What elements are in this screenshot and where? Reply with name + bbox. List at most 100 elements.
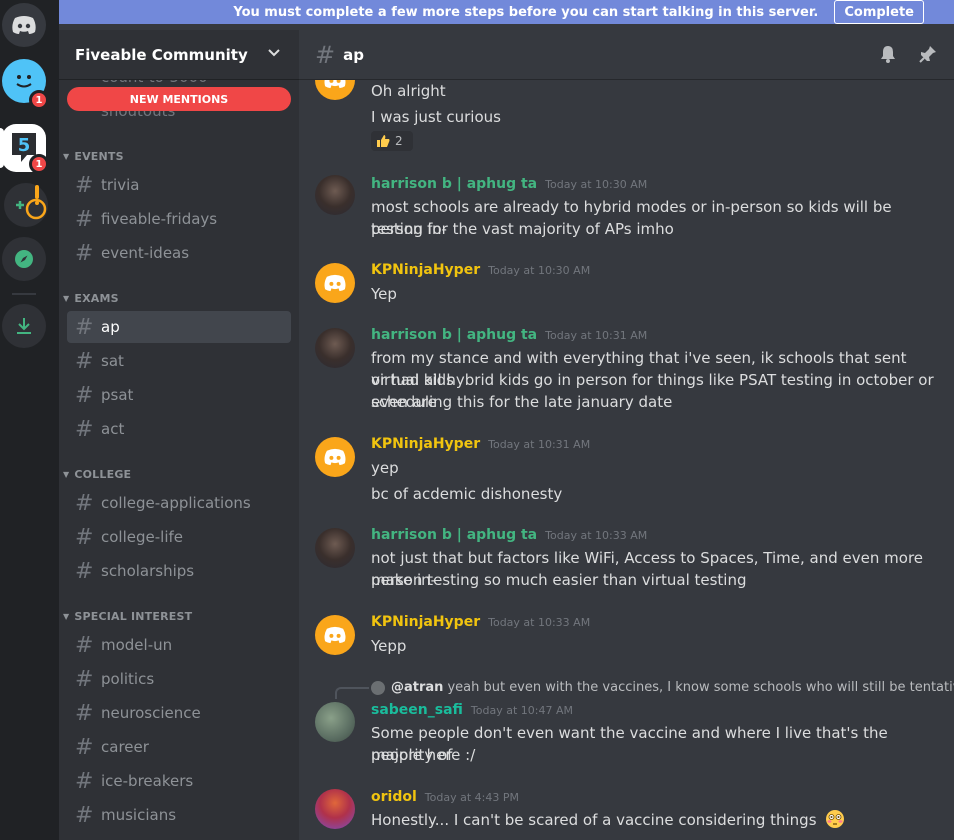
category-events[interactable]: ▼ EVENTS bbox=[63, 150, 124, 163]
channel-model-un[interactable]: # model-un bbox=[67, 629, 291, 661]
category-special-interest[interactable]: ▼ SPECIAL INTEREST bbox=[63, 610, 192, 623]
avatar[interactable] bbox=[315, 80, 355, 100]
message-line: I was just curious bbox=[371, 108, 501, 126]
channel-career[interactable]: # career bbox=[67, 731, 291, 763]
category-college[interactable]: ▼ COLLEGE bbox=[63, 468, 131, 481]
hash-icon: # bbox=[315, 40, 336, 69]
channel-label: ice-breakers bbox=[101, 772, 194, 790]
message-list: Oh alright I was just curious 2 harrison… bbox=[299, 80, 954, 840]
avatar[interactable] bbox=[315, 528, 355, 568]
message-line: Honestly... I can't be scared of a vacci… bbox=[371, 809, 941, 831]
avatar[interactable] bbox=[315, 263, 355, 303]
smiley-face-icon bbox=[16, 75, 32, 88]
channel-ice-breakers[interactable]: # ice-breakers bbox=[67, 765, 291, 797]
avatar[interactable] bbox=[315, 437, 355, 477]
channel-neuroscience[interactable]: # neuroscience bbox=[67, 697, 291, 729]
message-header: harrison b | aphug ta Today at 10:31 AM bbox=[371, 327, 647, 343]
thumbs-up-icon bbox=[377, 135, 390, 147]
channel-label: career bbox=[101, 738, 149, 756]
hash-icon: # bbox=[75, 490, 94, 516]
channel-act[interactable]: # act bbox=[67, 413, 291, 445]
pin-icon[interactable] bbox=[918, 44, 938, 64]
channel-ap[interactable]: # ap bbox=[67, 311, 291, 343]
channel-politics[interactable]: # politics bbox=[67, 663, 291, 695]
username[interactable]: harrison b | aphug ta bbox=[371, 527, 537, 543]
hash-icon: # bbox=[75, 734, 94, 760]
message-line: people here :/ bbox=[371, 746, 476, 764]
category-label: EXAMS bbox=[74, 292, 119, 305]
channel-label: college-life bbox=[101, 528, 183, 546]
avatar[interactable] bbox=[315, 615, 355, 655]
reply-author: @atran bbox=[391, 680, 444, 695]
message-header: oridol Today at 4:43 PM bbox=[371, 789, 519, 805]
reply-text: yeah but even with the vaccines, I know … bbox=[447, 680, 954, 695]
avatar[interactable] bbox=[315, 789, 355, 829]
message-line: person testing so much easier than virtu… bbox=[371, 571, 747, 589]
timestamp: Today at 10:31 AM bbox=[488, 438, 591, 451]
username[interactable]: KPNinjaHyper bbox=[371, 614, 480, 630]
username[interactable]: harrison b | aphug ta bbox=[371, 176, 537, 192]
channel-scholarships[interactable]: # scholarships bbox=[67, 555, 291, 587]
channel-label: sat bbox=[101, 352, 124, 370]
home-button[interactable] bbox=[2, 3, 46, 47]
channel-label: event-ideas bbox=[101, 244, 190, 262]
message-header: harrison b | aphug ta Today at 10:30 AM bbox=[371, 176, 647, 192]
channel-college-applications[interactable]: # college-applications bbox=[67, 487, 291, 519]
hash-icon: # bbox=[75, 768, 94, 794]
server-header[interactable]: Fiveable Community bbox=[59, 30, 299, 80]
channel-label: trivia bbox=[101, 176, 140, 194]
discord-logo-icon bbox=[324, 274, 346, 292]
hash-icon: # bbox=[75, 240, 94, 266]
channel-sat[interactable]: # sat bbox=[67, 345, 291, 377]
hash-icon: # bbox=[75, 558, 94, 584]
message-line: person for the vast majority of APs imho bbox=[371, 220, 674, 238]
timestamp: Today at 10:31 AM bbox=[545, 329, 648, 342]
hash-icon: # bbox=[75, 172, 94, 198]
timestamp: Today at 4:43 PM bbox=[424, 791, 519, 804]
channel-trivia[interactable]: # trivia bbox=[67, 169, 291, 201]
chat-header: # ap bbox=[299, 30, 954, 80]
channel-fiveable-fridays[interactable]: # fiveable-fridays bbox=[67, 203, 291, 235]
avatar[interactable] bbox=[315, 328, 355, 368]
discord-logo-icon bbox=[324, 448, 346, 466]
channel-psat[interactable]: # psat bbox=[67, 379, 291, 411]
channel-label: politics bbox=[101, 670, 155, 688]
channel-label: scholarships bbox=[101, 562, 195, 580]
message-line: scheduling this for the late january dat… bbox=[371, 393, 673, 411]
avatar[interactable] bbox=[315, 702, 355, 742]
download-apps-button[interactable] bbox=[2, 304, 46, 348]
reply-preview[interactable]: @atran yeah but even with the vaccines, … bbox=[371, 680, 954, 695]
channel-label: neuroscience bbox=[101, 704, 201, 722]
channel-college-life[interactable]: # college-life bbox=[67, 521, 291, 553]
hash-icon: # bbox=[75, 206, 94, 232]
bell-icon[interactable] bbox=[878, 44, 898, 64]
reaction-thumbs-up[interactable]: 2 bbox=[371, 131, 413, 151]
category-label: SPECIAL INTEREST bbox=[74, 610, 193, 623]
chevron-down-icon bbox=[268, 49, 280, 57]
username[interactable]: sabeen_safi bbox=[371, 702, 463, 718]
username[interactable]: KPNinjaHyper bbox=[371, 262, 480, 278]
message-line: bc of acdemic dishonesty bbox=[371, 485, 563, 503]
channel-label: ap bbox=[101, 318, 120, 336]
complete-button[interactable]: Complete bbox=[834, 0, 924, 24]
new-mentions-button[interactable]: NEW MENTIONS bbox=[67, 87, 291, 111]
compass-icon bbox=[15, 250, 33, 268]
category-label: COLLEGE bbox=[74, 468, 132, 481]
channel-musicians[interactable]: # musicians bbox=[67, 799, 291, 831]
timestamp: Today at 10:30 AM bbox=[488, 264, 591, 277]
hash-icon: # bbox=[75, 666, 94, 692]
channel-label: model-un bbox=[101, 636, 173, 654]
caret-down-icon: ▼ bbox=[63, 612, 70, 621]
username[interactable]: harrison b | aphug ta bbox=[371, 327, 537, 343]
hash-icon: # bbox=[75, 416, 94, 442]
hash-icon: # bbox=[75, 314, 94, 340]
category-exams[interactable]: ▼ EXAMS bbox=[63, 292, 119, 305]
username[interactable]: oridol bbox=[371, 789, 417, 805]
verification-banner: You must complete a few more steps befor… bbox=[59, 0, 954, 24]
channel-event-ideas[interactable]: # event-ideas bbox=[67, 237, 291, 269]
server-warning[interactable] bbox=[2, 181, 50, 229]
username[interactable]: KPNinjaHyper bbox=[371, 436, 480, 452]
explore-servers-button[interactable] bbox=[2, 237, 46, 281]
avatar[interactable] bbox=[315, 175, 355, 215]
category-label: EVENTS bbox=[74, 150, 124, 163]
